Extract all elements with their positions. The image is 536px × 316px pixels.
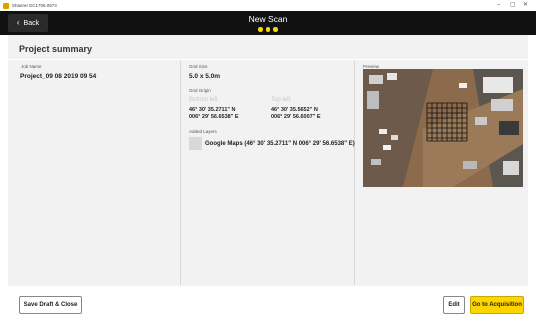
minimize-icon[interactable]: –: [497, 1, 500, 9]
go-to-acquisition-button[interactable]: Go to Acquisition: [470, 296, 524, 314]
window-titlebar: Shaerer EC1706.0673 – ▢ ✕: [0, 0, 536, 11]
header-bar: ‹ Back New Scan: [0, 11, 536, 35]
grid-size-value: 5.0 x 5.0m: [189, 73, 221, 80]
aerial-photo-icon: [363, 69, 523, 187]
page-title: New Scan: [248, 14, 288, 24]
step-dot: [258, 27, 263, 32]
layer-name: Google Maps (46° 30' 35.2711" N 006° 29'…: [205, 141, 355, 147]
grid-size-label: Grid Size: [189, 64, 208, 69]
top-left-lat: 46° 30' 35.5652" N: [271, 107, 318, 113]
job-name-label: Job Name: [21, 64, 42, 69]
step-indicator: [0, 27, 536, 32]
map-layer-icon: [189, 137, 202, 150]
edit-button[interactable]: Edit: [443, 296, 465, 314]
summary-panel: Project summary Job Name Project_09 08 2…: [8, 35, 528, 286]
top-left-label: Top left: [271, 97, 291, 103]
grid-origin-label: Grid Origin: [189, 88, 211, 93]
added-layers-label: Added Layers: [189, 129, 217, 134]
step-dot: [273, 27, 278, 32]
app-icon: [3, 2, 9, 9]
bottom-left-lat: 46° 30' 35.2711" N: [189, 107, 236, 113]
column-divider: [180, 61, 181, 285]
maximize-icon[interactable]: ▢: [510, 1, 516, 9]
bottom-left-lon: 006° 29' 56.6538" E: [189, 114, 239, 120]
column-divider: [354, 61, 355, 285]
save-draft-close-button[interactable]: Save Draft & Close: [19, 296, 82, 314]
footer-bar: Save Draft & Close Edit Go to Acquisitio…: [0, 286, 536, 316]
preview-map-image: [363, 69, 523, 187]
window-title: Shaerer EC1706.0673: [12, 3, 57, 8]
top-left-lon: 006° 29' 56.6007" E: [271, 114, 321, 120]
job-name-value: Project_09 08 2019 09 54: [20, 73, 97, 80]
divider: [8, 59, 528, 60]
section-title: Project summary: [19, 44, 93, 54]
close-icon[interactable]: ✕: [523, 1, 528, 9]
bottom-left-label: Bottom left: [189, 97, 218, 103]
step-dot: [265, 27, 271, 32]
